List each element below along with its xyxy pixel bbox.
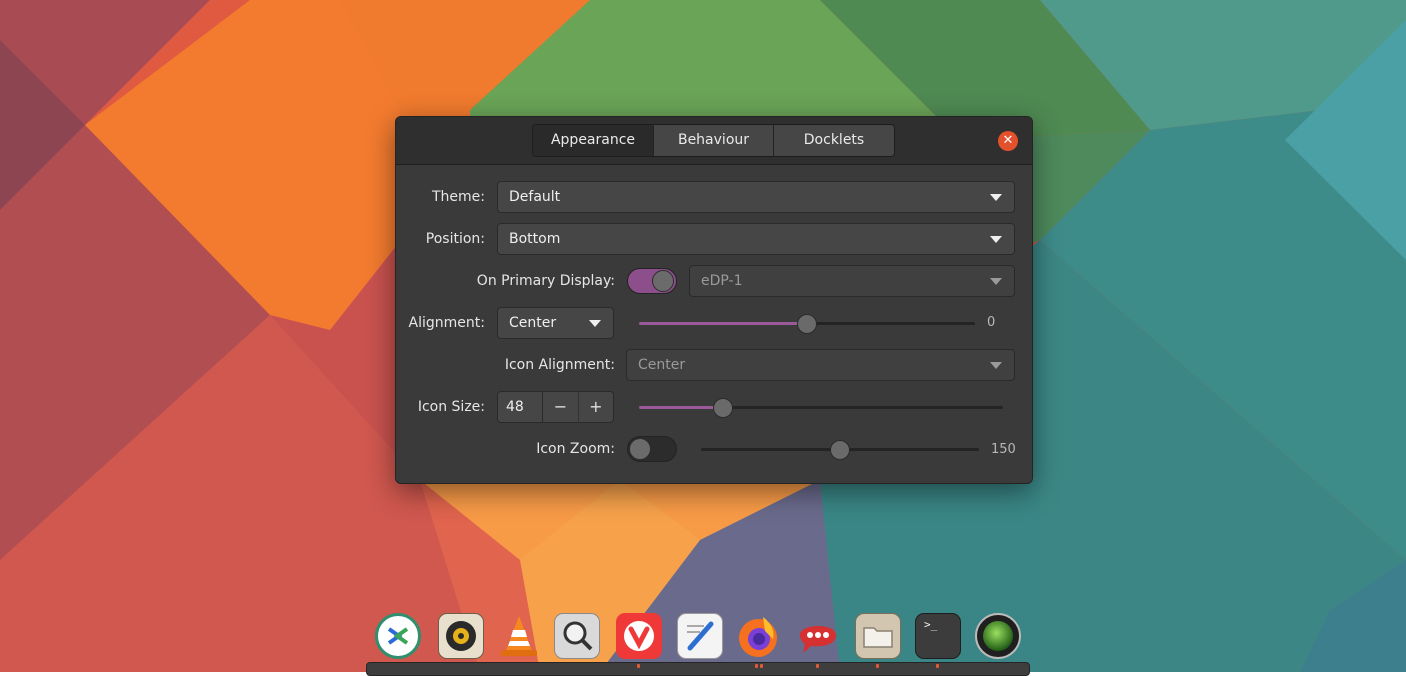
switch-knob	[629, 438, 651, 460]
tab-bar: Appearance Behaviour Docklets	[532, 124, 895, 157]
tab-behaviour[interactable]: Behaviour	[654, 125, 774, 156]
running-indicator	[936, 664, 939, 668]
decrease-button[interactable]: −	[543, 392, 577, 422]
remote-desktop-icon[interactable]	[375, 613, 421, 659]
running-indicator	[637, 664, 640, 668]
chevron-down-icon	[589, 320, 601, 327]
dock-bar	[366, 662, 1030, 676]
zoom-value: 150	[991, 442, 1016, 457]
increase-button[interactable]: +	[577, 392, 613, 422]
zoom-slider-handle[interactable]	[830, 440, 850, 460]
position-dropdown[interactable]: Bottom	[497, 223, 1015, 255]
window-titlebar: Appearance Behaviour Docklets ✕	[396, 117, 1032, 165]
position-value: Bottom	[509, 231, 561, 247]
chevron-down-icon	[990, 278, 1002, 285]
running-indicator	[816, 664, 819, 668]
alignment-dropdown[interactable]: Center	[497, 307, 614, 339]
vlc-icon[interactable]	[496, 613, 542, 659]
icon-zoom-label: Icon Zoom:	[536, 441, 615, 457]
switch-knob	[652, 270, 674, 292]
icon-size-slider-handle[interactable]	[713, 398, 733, 418]
icon-size-slider-track[interactable]	[639, 406, 1003, 409]
primary-display-switch[interactable]	[627, 268, 677, 294]
icon-size-slider-fill	[639, 406, 723, 409]
alignment-value: Center	[509, 315, 557, 331]
theme-value: Default	[509, 189, 561, 205]
icon-size-label: Icon Size:	[417, 399, 485, 415]
icon-size-input[interactable]: 48	[498, 392, 544, 422]
offset-value: 0	[987, 315, 996, 330]
tab-docklets[interactable]: Docklets	[774, 125, 894, 156]
theme-label: Theme:	[431, 189, 485, 205]
terminal-icon[interactable]: >_	[915, 613, 961, 659]
primary-display-label: On Primary Display:	[476, 273, 615, 289]
offset-slider-fill	[639, 322, 807, 325]
position-label: Position:	[425, 231, 485, 247]
vivaldi-icon[interactable]	[616, 613, 662, 659]
alignment-label: Alignment:	[408, 315, 485, 331]
icon-alignment-value: Center	[638, 357, 686, 373]
close-button[interactable]: ✕	[998, 131, 1018, 151]
chevron-down-icon	[990, 194, 1002, 201]
text-editor-icon[interactable]	[677, 613, 723, 659]
tab-appearance[interactable]: Appearance	[533, 125, 654, 156]
running-indicator	[760, 664, 763, 668]
chevron-down-icon	[990, 362, 1002, 369]
running-indicator	[876, 664, 879, 668]
files-icon[interactable]	[855, 613, 901, 659]
image-viewer-icon[interactable]	[554, 613, 600, 659]
firefox-icon[interactable]	[735, 613, 781, 659]
icon-size-spinbutton: 48 − +	[497, 391, 614, 423]
chevron-down-icon	[990, 236, 1002, 243]
icon-alignment-dropdown: Center	[626, 349, 1015, 381]
system-monitor-icon[interactable]	[975, 613, 1021, 659]
offset-slider-handle[interactable]	[797, 314, 817, 334]
music-player-icon[interactable]	[438, 613, 484, 659]
icon-alignment-label: Icon Alignment:	[504, 357, 615, 373]
chat-icon[interactable]	[795, 613, 841, 659]
monitor-value: eDP-1	[701, 273, 743, 289]
theme-dropdown[interactable]: Default	[497, 181, 1015, 213]
icon-zoom-switch[interactable]	[627, 436, 677, 462]
running-indicator	[755, 664, 758, 668]
monitor-dropdown: eDP-1	[689, 265, 1015, 297]
close-icon: ✕	[1002, 133, 1014, 148]
dock-preferences-window: Appearance Behaviour Docklets ✕ Theme: D…	[395, 116, 1033, 484]
